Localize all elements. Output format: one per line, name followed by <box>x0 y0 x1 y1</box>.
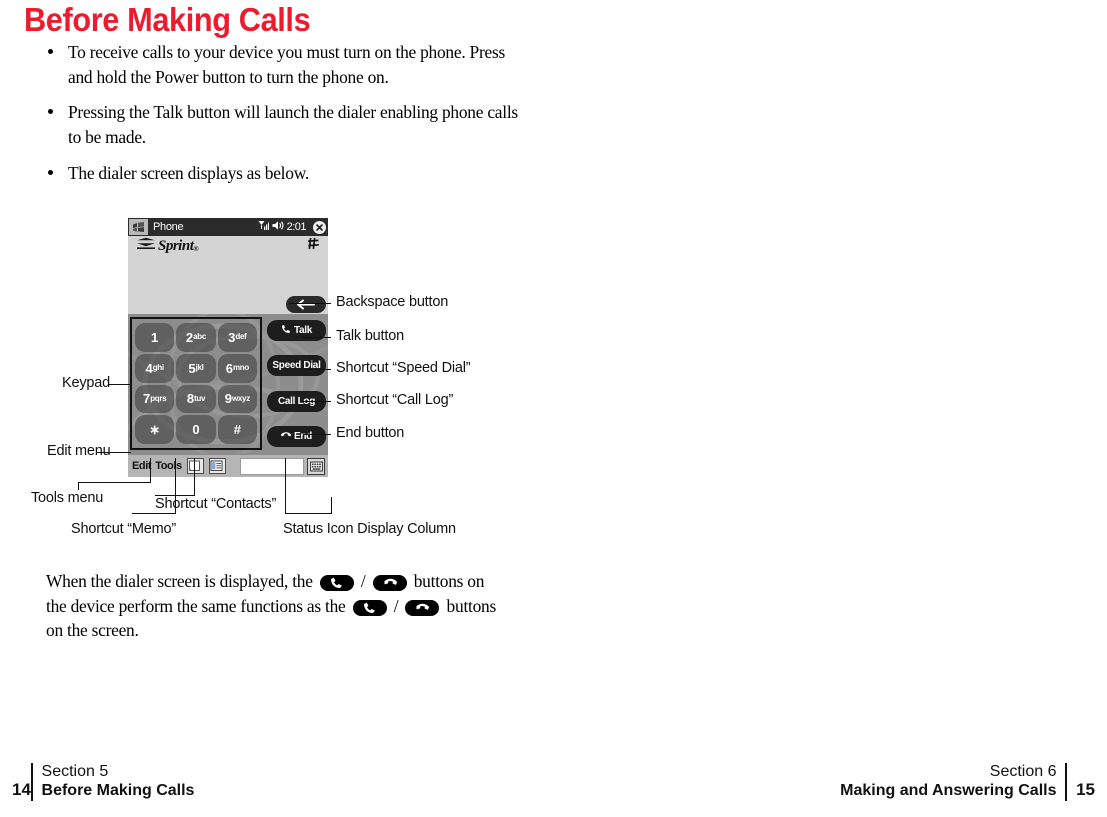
close-icon[interactable] <box>313 220 326 234</box>
leader-tools-drop <box>78 482 80 490</box>
talk-key-icon-2 <box>352 599 387 616</box>
leader-status-drop <box>331 497 333 514</box>
key-3[interactable]: 3 def <box>217 323 257 352</box>
callout-backspace: Backspace button <box>336 294 449 310</box>
end-key-icon <box>372 575 407 591</box>
footer-section-right: Section 6 <box>989 763 1057 781</box>
callout-status-column: Status Icon Display Column <box>283 521 456 537</box>
talk-key-icon <box>319 575 354 591</box>
end-button[interactable]: End <box>267 425 326 447</box>
key-star[interactable]: ∗ <box>135 415 175 444</box>
speed-dial-button[interactable]: Speed Dial <box>267 355 326 377</box>
bullet-list: To receive calls to your device you must… <box>40 40 520 197</box>
bullet-item: Pressing the Talk button will launch the… <box>40 100 520 149</box>
backspace-button[interactable] <box>286 296 326 313</box>
end-key-icon-2 <box>405 599 440 616</box>
leader-keypad <box>108 384 130 386</box>
sprint-logo: Sprint® <box>136 237 199 256</box>
footer-rule <box>1065 763 1068 801</box>
registered-mark: ® <box>193 244 199 253</box>
callout-memo: Shortcut “Memo” <box>71 521 176 537</box>
leader-status-h <box>285 513 332 515</box>
windows-start-icon[interactable] <box>129 219 148 235</box>
leader-call-log <box>303 401 331 403</box>
note-separator-2: / <box>393 595 399 616</box>
key-5[interactable]: 5 jkl <box>176 353 216 383</box>
titlebar-clock: 2:01 <box>286 221 307 233</box>
footer-right: Section 6 Making and Answering Calls 15 <box>840 763 1095 801</box>
key-9[interactable]: 9 wxyz <box>217 384 257 414</box>
bullet-item: The dialer screen displays as below. <box>40 161 520 186</box>
callout-contacts: Shortcut “Contacts” <box>155 496 277 512</box>
callout-end: End button <box>336 425 405 441</box>
leader-memo-h <box>132 513 176 515</box>
titlebar-app-name: Phone <box>153 221 184 233</box>
handset-icon <box>281 324 291 337</box>
leader-tools-h <box>78 482 151 484</box>
keyboard-icon[interactable] <box>307 457 325 475</box>
key-6[interactable]: 6 mno <box>217 353 257 383</box>
callout-speed-dial: Shortcut “Speed Dial” <box>336 360 471 376</box>
page-number-left: 14 <box>12 779 31 799</box>
leader-speed-dial <box>308 369 331 371</box>
footer-section-name-right: Making and Answering Calls <box>840 782 1057 800</box>
key-0[interactable]: 0 <box>176 415 216 444</box>
device-bottom-toolbar: Edit Tools <box>128 454 328 477</box>
left-page: Before Making Calls To receive calls to … <box>0 0 553 817</box>
speaker-icon <box>272 218 284 236</box>
carrier-row: Sprint® <box>128 236 328 256</box>
status-icon-display-column <box>240 457 304 475</box>
roaming-icon <box>307 237 320 255</box>
dialer-note: When the dialer screen is displayed, the… <box>46 569 496 643</box>
bullet-item: To receive calls to your device you must… <box>40 40 520 89</box>
callout-talk: Talk button <box>336 328 404 344</box>
note-separator-1: / <box>360 571 366 591</box>
sprint-diamond-icon <box>136 237 156 256</box>
end-button-label: End <box>294 430 312 442</box>
leader-end <box>303 434 331 436</box>
footer-rule <box>30 763 33 801</box>
key-7[interactable]: 7 pqrs <box>135 384 175 414</box>
note-part-1: When the dialer screen is displayed, the <box>46 571 313 591</box>
tools-menu[interactable]: Tools <box>155 460 182 472</box>
sprint-wordmark: Sprint <box>158 237 194 254</box>
callout-tools-menu: Tools menu <box>31 490 104 506</box>
key-1[interactable]: 1 <box>135 323 175 352</box>
key-4[interactable]: 4 ghi <box>135 353 175 383</box>
leader-status-v <box>285 458 287 514</box>
keypad-area: 1 2 abc 3 def 4 ghi 5 jkl 6 mno 7 pqrs 8 tuv 9w… <box>128 314 328 454</box>
titlebar-status-icons: 2:01 <box>258 218 307 236</box>
page-number-right: 15 <box>1076 779 1095 799</box>
key-8[interactable]: 8 tuv <box>176 384 216 414</box>
leader-backspace <box>289 303 331 305</box>
right-page: Making and Answering Calls Making Calls … <box>580 0 1107 817</box>
device-screen: Phone 2:01 Sprint® 1 2 abc 3 def 4 ghi 5… <box>128 218 328 477</box>
key-hash[interactable]: # <box>217 415 257 444</box>
contacts-icon[interactable] <box>208 458 226 474</box>
page-title-left: Before Making Calls <box>24 1 311 38</box>
device-titlebar: Phone 2:01 <box>128 218 328 236</box>
key-2[interactable]: 2 abc <box>176 323 216 352</box>
edit-menu[interactable]: Edit <box>132 460 152 472</box>
callout-keypad: Keypad <box>62 375 110 391</box>
leader-contacts-v <box>194 458 196 496</box>
callout-call-log: Shortcut “Call Log” <box>336 392 454 408</box>
keypad-grid: 1 2 abc 3 def 4 ghi 5 jkl 6 mno 7 pqrs 8 tuv 9w… <box>130 317 262 450</box>
signal-bars-icon <box>258 218 269 236</box>
leader-tools-v <box>150 458 152 483</box>
handset-end-icon <box>280 430 292 443</box>
leader-talk <box>302 337 331 339</box>
dialer-screen-diagram: Phone 2:01 Sprint® 1 2 abc 3 def 4 ghi 5… <box>0 206 553 551</box>
callout-edit-menu: Edit menu <box>47 443 111 459</box>
footer-section-left: Section 5 <box>41 763 109 781</box>
footer-section-name-left: Before Making Calls <box>41 782 195 800</box>
footer-left: 14 Section 5 Before Making Calls <box>12 763 194 801</box>
talk-button-label: Talk <box>293 325 313 336</box>
